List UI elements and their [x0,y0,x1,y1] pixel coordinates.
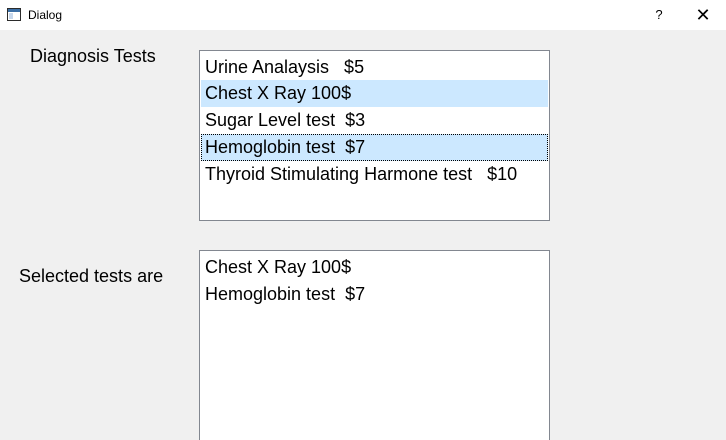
help-button[interactable]: ? [636,0,682,30]
title-bar: Dialog ? ✕ [0,0,726,30]
list-item[interactable]: Sugar Level test $3 [201,107,548,134]
list-item[interactable]: Chest X Ray 100$ [201,254,548,281]
selected-tests-list[interactable]: Chest X Ray 100$ Hemoglobin test $7 [199,250,550,440]
diagnosis-tests-list[interactable]: Urine Analaysis $5 Chest X Ray 100$ Suga… [199,50,550,221]
list-item[interactable]: Hemoglobin test $7 [201,281,548,308]
window-icon [7,8,21,21]
list-item[interactable]: Chest X Ray 100$ [201,80,548,107]
list-item[interactable]: Thyroid Stimulating Harmone test $10 [201,161,548,188]
list-item[interactable]: Hemoglobin test $7 [201,134,548,161]
list-item[interactable]: Urine Analaysis $5 [201,54,548,81]
dialog-window: Dialog ? ✕ Diagnosis Tests Urine Analays… [0,0,726,440]
close-button[interactable]: ✕ [680,0,726,30]
diagnosis-tests-label: Diagnosis Tests [30,46,156,66]
selected-tests-label: Selected tests are [19,266,164,286]
window-title: Dialog [28,8,63,22]
